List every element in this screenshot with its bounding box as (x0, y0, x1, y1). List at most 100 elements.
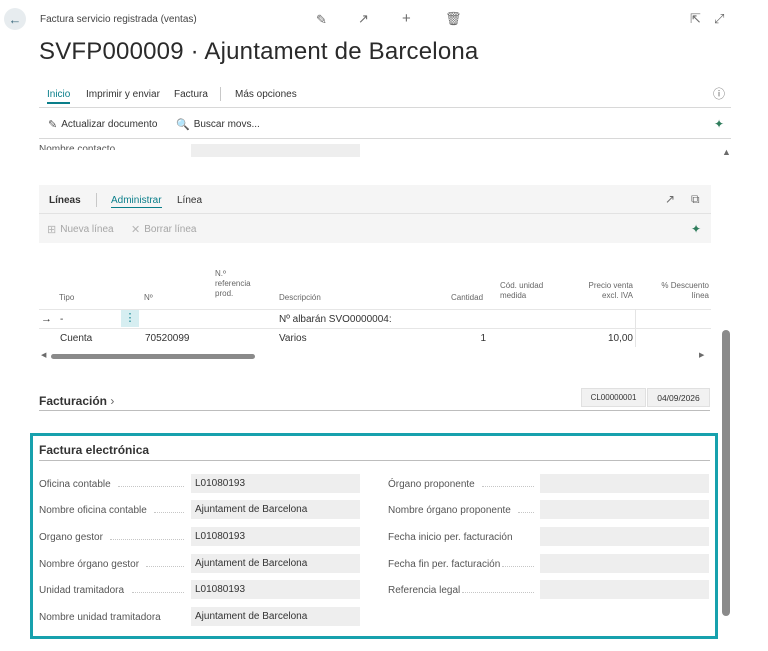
billing-section-header[interactable]: Facturación › (39, 394, 114, 408)
back-arrow-icon: ← (8, 11, 22, 27)
divider (39, 213, 711, 214)
new-line-icon: ⊞ (47, 224, 57, 236)
tab-mas-opciones[interactable]: Más opciones (235, 89, 297, 100)
row-tipo[interactable]: - (60, 314, 63, 325)
back-button[interactable]: ← (4, 8, 26, 30)
field-nombre-oficina-contable[interactable]: Ajuntament de Barcelona (191, 500, 360, 519)
search-document-icon: 🔍 (176, 119, 190, 131)
vertical-scrollbar[interactable] (722, 330, 730, 616)
tab-factura[interactable]: Factura (174, 89, 208, 100)
info-icon[interactable]: ⓘ (713, 88, 725, 100)
field-fecha-fin-periodo[interactable] (540, 554, 709, 573)
field-label: Unidad tramitadora (39, 585, 125, 596)
column-header-no[interactable]: Nº (144, 293, 153, 303)
field-label: Nombre órgano gestor (39, 559, 140, 570)
delete-line-icon: ✕ (131, 224, 141, 236)
column-header-reference[interactable]: N.º referencia prod. (215, 269, 263, 299)
scroll-left-icon[interactable]: ◀ (41, 352, 46, 359)
horizontal-scrollbar[interactable] (51, 354, 255, 359)
column-header-quantity[interactable]: Cantidad (451, 293, 483, 303)
divider (39, 107, 731, 108)
update-document-button[interactable]: ✎ Actualizar documento (48, 118, 157, 131)
lines-panel: Líneas Administrar Línea ↗ ⧉ ⊞ Nueva lín… (39, 185, 711, 375)
contact-name-field[interactable] (191, 144, 360, 157)
tab-administrar[interactable]: Administrar (111, 195, 162, 208)
find-entries-label: Buscar movs... (193, 119, 260, 130)
row-description[interactable]: Nº albarán SVO0000004: (279, 314, 392, 325)
e-invoice-title: Factura electrónica (39, 443, 150, 457)
collapse-up-icon[interactable]: ▲ (722, 148, 731, 157)
dotted-leader (462, 592, 534, 593)
share-icon[interactable]: ↗ (665, 193, 675, 205)
billing-code-badge: CL00000001 (581, 388, 646, 407)
edit-icon[interactable]: ✎ (316, 13, 327, 26)
contact-name-label: Nombre contacto (39, 144, 116, 150)
new-line-button[interactable]: ⊞ Nueva línea (47, 223, 114, 236)
field-nombre-organo-gestor[interactable]: Ajuntament de Barcelona (191, 554, 360, 573)
delete-line-label: Borrar línea (144, 224, 197, 235)
row-no[interactable]: 70520099 (145, 333, 190, 344)
field-label: Nombre órgano proponente (388, 505, 511, 516)
scroll-right-icon[interactable]: ▶ (699, 352, 704, 359)
row-selected-arrow-icon: → (41, 313, 52, 325)
field-label: Fecha inicio per. facturación (388, 532, 513, 543)
field-unidad-tramitadora[interactable]: L01080193 (191, 580, 360, 599)
divider (39, 410, 710, 411)
dotted-leader (132, 592, 184, 593)
delete-line-button[interactable]: ✕ Borrar línea (131, 223, 196, 236)
row-description[interactable]: Varios (279, 333, 307, 344)
field-referencia-legal[interactable] (540, 580, 709, 599)
field-label: Organo gestor (39, 532, 103, 543)
dotted-leader (518, 512, 534, 513)
billing-date-badge: 04/09/2026 (647, 388, 710, 407)
field-oficina-contable[interactable]: L01080193 (191, 474, 360, 493)
divider (220, 87, 221, 101)
field-organo-proponente[interactable] (540, 474, 709, 493)
pencil-icon: ✎ (48, 119, 58, 131)
new-line-label: Nueva línea (60, 224, 114, 235)
row-actions-button[interactable]: ⋮ (121, 310, 139, 327)
find-entries-button[interactable]: 🔍 Buscar movs... (176, 118, 260, 131)
share-icon[interactable]: ↗ (358, 12, 369, 25)
divider (96, 193, 97, 207)
field-label: Oficina contable (39, 479, 111, 490)
column-header-price[interactable]: Precio venta excl. IVA (575, 281, 633, 301)
divider (39, 138, 731, 139)
field-nombre-organo-proponente[interactable] (540, 500, 709, 519)
pin-icon[interactable]: ✦ (714, 118, 724, 130)
dotted-leader (118, 486, 184, 487)
divider (39, 460, 710, 461)
add-icon[interactable]: + (402, 11, 411, 26)
column-header-unit[interactable]: Cód. unidad medida (500, 281, 560, 301)
field-fecha-inicio-periodo[interactable] (540, 527, 709, 546)
update-document-label: Actualizar documento (61, 119, 158, 130)
field-organo-gestor[interactable]: L01080193 (191, 527, 360, 546)
row-tipo[interactable]: Cuenta (60, 333, 92, 344)
column-header-tipo[interactable]: Tipo (59, 293, 74, 303)
column-header-discount[interactable]: % Descuento línea (653, 281, 709, 301)
delete-icon[interactable]: 🗑 (445, 12, 462, 25)
tab-linea[interactable]: Línea (177, 195, 202, 206)
row-quantity[interactable]: 1 (439, 333, 486, 344)
dotted-leader (146, 566, 184, 567)
dotted-leader (110, 539, 184, 540)
field-label: Nombre unidad tramitadora (39, 612, 161, 623)
page-caption: Factura servicio registrada (ventas) (40, 14, 197, 25)
tab-inicio[interactable]: Inicio (47, 89, 71, 104)
dotted-leader (482, 486, 534, 487)
dotted-leader (154, 512, 184, 513)
tab-imprimir-y-enviar[interactable]: Imprimir y enviar (86, 89, 160, 100)
expand-icon[interactable]: ⤢ (714, 12, 724, 25)
field-label: Referencia legal (388, 585, 461, 596)
row-price[interactable]: 10,00 (575, 333, 633, 344)
column-header-description[interactable]: Descripción (279, 293, 321, 303)
open-new-window-icon[interactable]: ⇱ (690, 12, 701, 25)
field-nombre-unidad-tramitadora[interactable]: Ajuntament de Barcelona (191, 607, 360, 626)
open-new-window-icon[interactable]: ⧉ (691, 193, 700, 205)
lines-title: Líneas (49, 195, 81, 206)
billing-title: Facturación (39, 394, 108, 408)
pin-icon[interactable]: ✦ (691, 223, 701, 235)
chevron-right-icon: › (110, 394, 115, 408)
page-title: SVFP000009 · Ajuntament de Barcelona (39, 38, 479, 65)
field-label: Órgano proponente (388, 479, 475, 490)
